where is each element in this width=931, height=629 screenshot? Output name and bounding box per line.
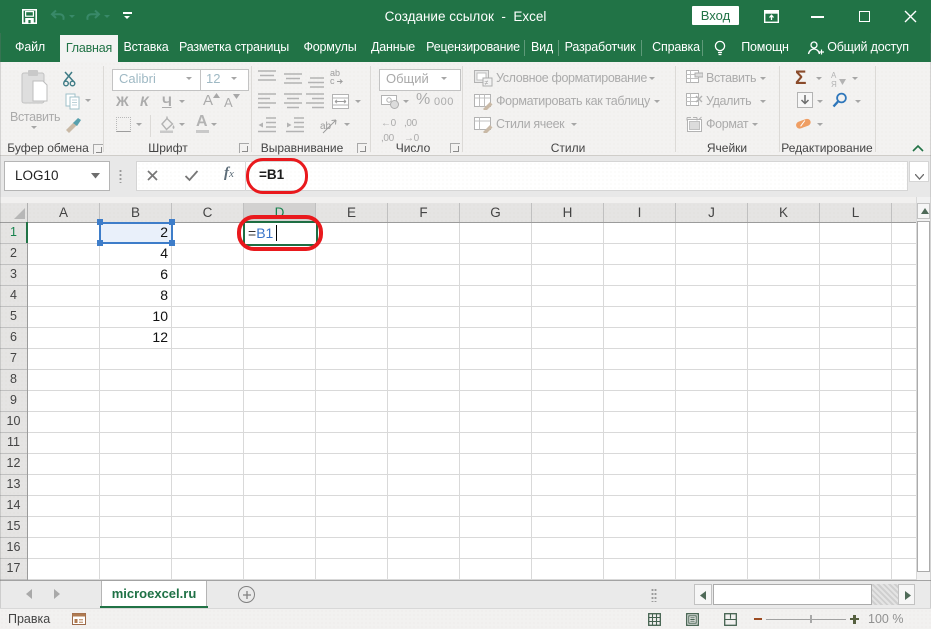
- svg-text:c: c: [330, 76, 335, 86]
- svg-text:Я: Я: [831, 80, 837, 88]
- svg-text:≠: ≠: [485, 80, 489, 87]
- svg-text:А: А: [831, 71, 837, 80]
